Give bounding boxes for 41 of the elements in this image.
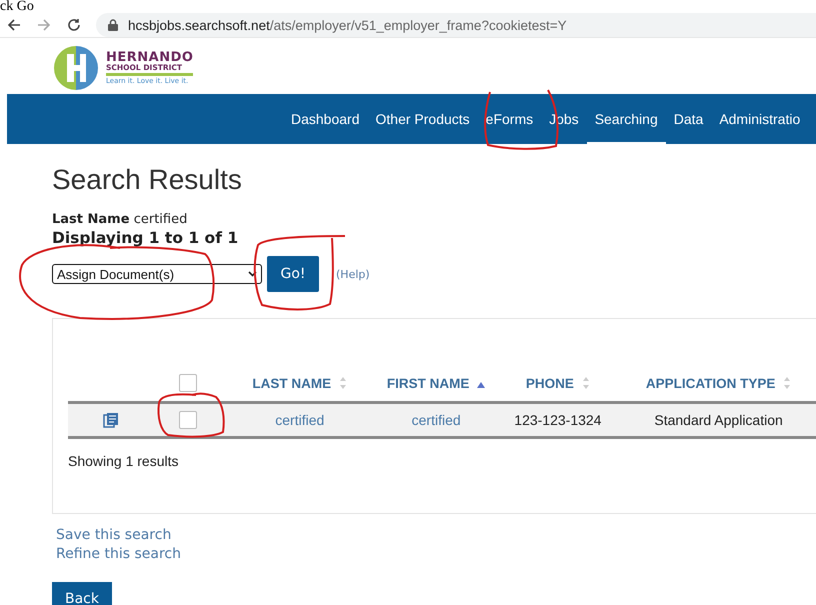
back-arrow-icon[interactable] [6, 17, 22, 33]
logo-name: HERNANDO [106, 50, 194, 64]
column-header[interactable]: PHONE [526, 376, 574, 390]
column-header[interactable]: LAST NAME [252, 376, 332, 390]
page-title: Search Results [52, 164, 243, 196]
sort-ascending-icon[interactable] [477, 382, 486, 388]
table-cell-link[interactable]: certified [275, 412, 324, 428]
logo-icon [52, 44, 100, 92]
select-all-checkbox[interactable] [178, 374, 197, 392]
sort-icon[interactable] [582, 376, 590, 390]
column-header[interactable]: APPLICATION TYPE [646, 376, 776, 390]
results-summary: Showing 1 results [68, 453, 180, 469]
lock-icon [108, 19, 118, 31]
action-dropdown[interactable]: Assign Document(s) [52, 264, 262, 284]
row-checkbox[interactable] [178, 411, 197, 429]
criteria-value: certified [134, 212, 188, 227]
nav-link[interactable]: Searching [586, 94, 666, 144]
search-link[interactable]: Refine this search [56, 545, 816, 564]
nav-link[interactable]: Dashboard [283, 94, 368, 144]
document-icon[interactable] [102, 412, 119, 428]
nav-link[interactable]: eForms [478, 94, 542, 144]
back-button[interactable]: Back [52, 582, 112, 605]
caption-text: ck Go [0, 0, 35, 14]
caret-icon [248, 271, 257, 277]
search-link[interactable]: Save this search [56, 526, 816, 545]
nav-link[interactable]: Administratio [711, 94, 808, 144]
sort-icon[interactable] [783, 376, 792, 390]
nav-link[interactable]: Other Products [368, 94, 478, 144]
table-cell: Standard Application [654, 412, 783, 428]
help-link[interactable]: (Help) [336, 268, 370, 280]
column-header[interactable]: FIRST NAME [386, 376, 470, 390]
criteria-label: Last Name [52, 212, 130, 227]
sort-icon[interactable] [339, 376, 348, 390]
address-bar[interactable]: hcsbjobs.searchsoft.net/ats/employer/v51_employer_frame?cookietest=Y [96, 13, 816, 37]
result-count: Displaying 1 to 1 of 1 [52, 229, 240, 247]
nav-link[interactable]: Data [666, 94, 712, 144]
forward-arrow-icon[interactable] [36, 17, 52, 33]
table-cell: 123-123-1324 [514, 412, 602, 428]
table-cell-link[interactable]: certified [412, 412, 461, 428]
reload-icon[interactable] [66, 17, 82, 33]
go-button[interactable]: Go! [267, 256, 319, 292]
